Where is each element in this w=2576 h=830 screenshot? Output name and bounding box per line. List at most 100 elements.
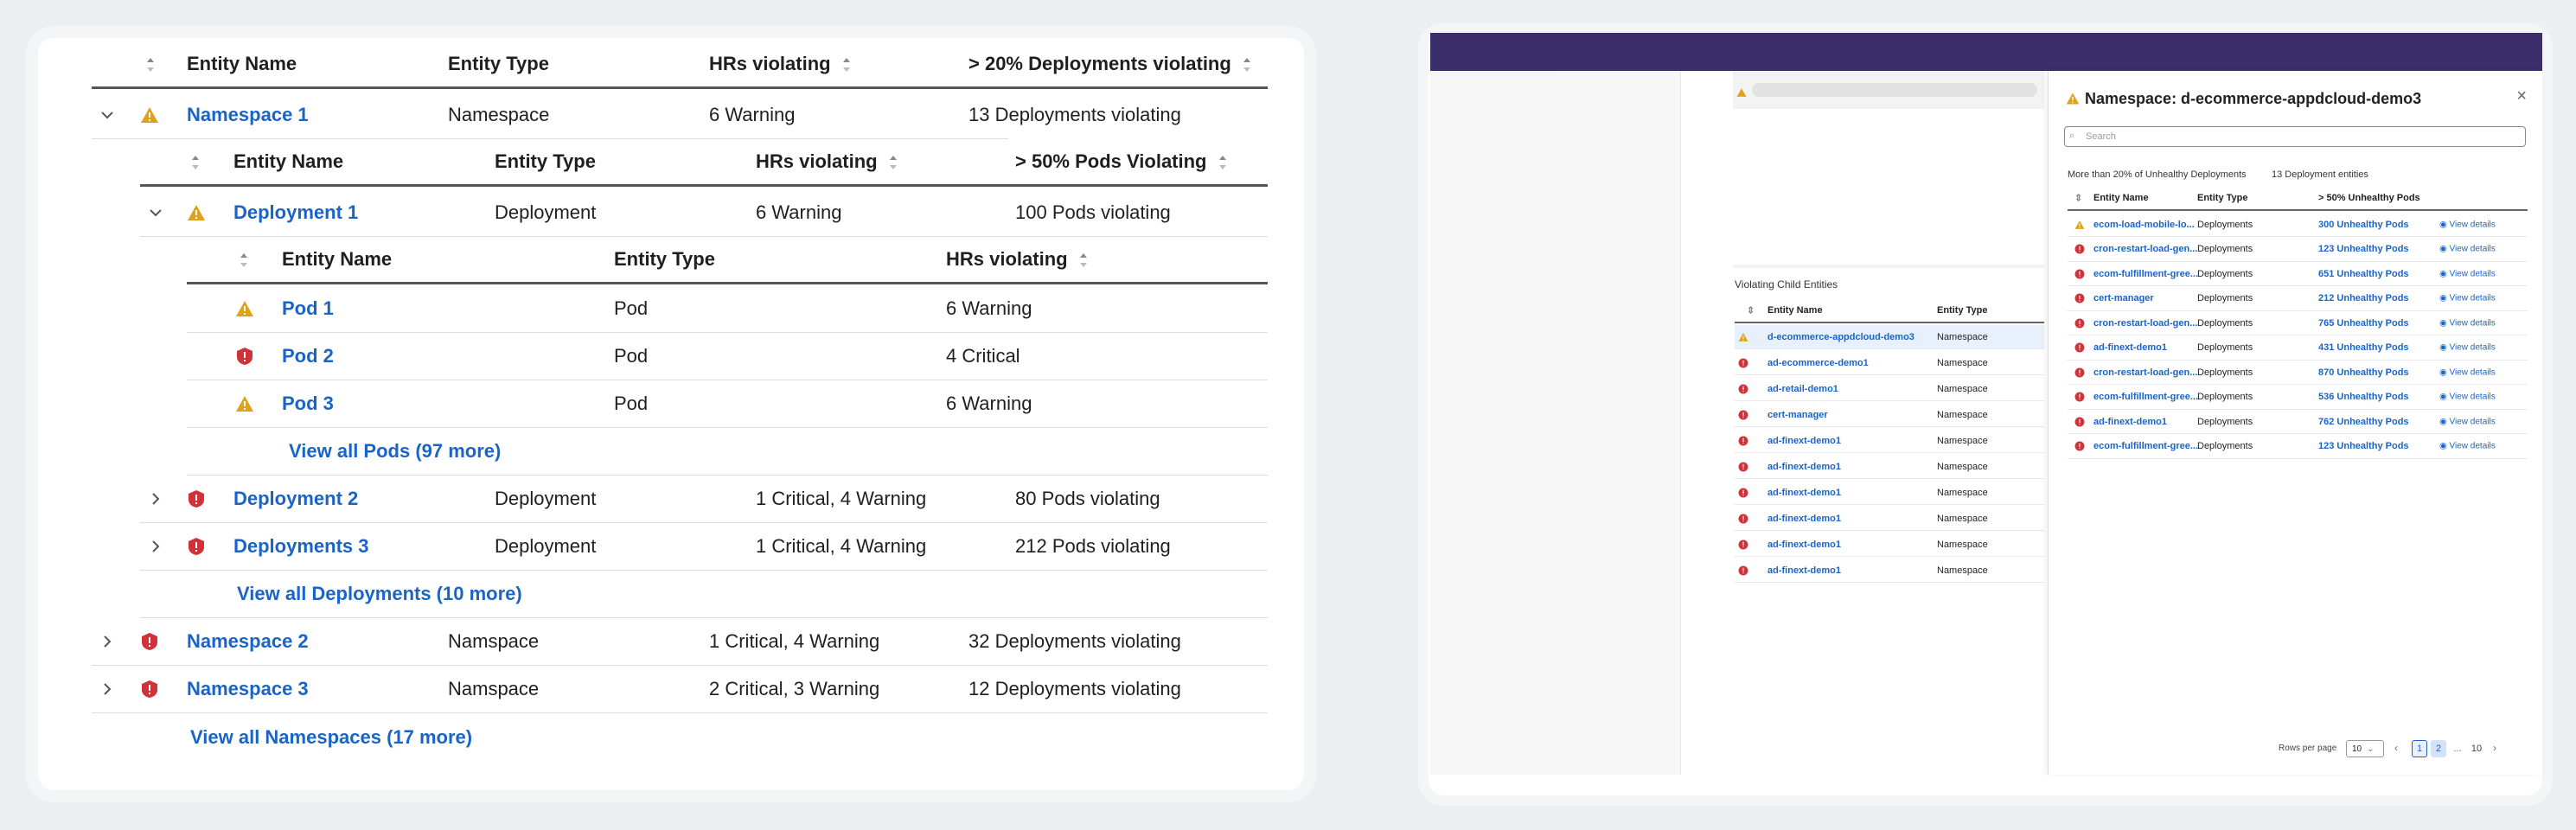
unhealthy-pods-link[interactable]: 536 Unhealthy Pods xyxy=(2318,392,2409,402)
view-details-link[interactable]: ◉ View details xyxy=(2439,318,2496,328)
table-row-namespace-2[interactable]: Namespace 2 Namspace 1 Critical, 4 Warni… xyxy=(92,618,1268,666)
entity-link-deployment-2[interactable]: Deployment 2 xyxy=(233,488,358,510)
header-hrs-violating[interactable]: HRs violating xyxy=(946,248,1089,271)
table-row[interactable]: ad-retail-demo1 Namespace xyxy=(1735,377,2044,401)
entity-link-pod[interactable]: Pod 3 xyxy=(282,393,334,415)
table-row[interactable]: ad-finext-demo1 Namespace xyxy=(1735,507,2044,531)
table-row[interactable]: ecom-fulfillment-gree... Deployments 536 U… xyxy=(2068,386,2528,410)
unhealthy-pods-link[interactable]: 765 Unhealthy Pods xyxy=(2318,318,2409,329)
entity-link[interactable]: ad-finext-demo1 xyxy=(2093,417,2167,427)
sort-icon[interactable] xyxy=(841,58,852,73)
table-row[interactable]: Pod 2 Pod 4 Critical xyxy=(187,333,1268,380)
entity-link[interactable]: cert-manager xyxy=(2093,293,2154,303)
table-row[interactable]: cron-restart-load-gen... Deployments 123 U… xyxy=(2068,238,2528,262)
entity-link[interactable]: ad-finext-demo1 xyxy=(1767,565,1841,576)
entity-link[interactable]: ad-finext-demo1 xyxy=(1767,436,1841,446)
entity-link[interactable]: d-ecommerce-appdcloud-demo3 xyxy=(1767,332,1914,342)
sort-icon[interactable] xyxy=(888,156,898,170)
table-row-deployment-1[interactable]: Deployment 1 Deployment 6 Warning 100 Po… xyxy=(140,188,1268,236)
view-details-link[interactable]: ◉ View details xyxy=(2439,220,2496,229)
table-row[interactable]: ecom-load-mobile-lo... Deployments 300 Unh… xyxy=(2068,213,2528,237)
prev-page-icon[interactable]: ‹ xyxy=(2394,742,2398,754)
entity-link[interactable]: ad-ecommerce-demo1 xyxy=(1767,358,1869,368)
entity-link[interactable]: ecom-fulfillment-gree... xyxy=(2093,441,2198,451)
table-row-namespace-3[interactable]: Namespace 3 Namspace 2 Critical, 3 Warni… xyxy=(92,666,1268,713)
entity-link-deployment-1[interactable]: Deployment 1 xyxy=(233,201,358,224)
view-details-link[interactable]: ◉ View details xyxy=(2439,294,2496,303)
sort-icon[interactable] xyxy=(145,53,156,75)
unhealthy-pods-link[interactable]: 212 Unhealthy Pods xyxy=(2318,293,2409,303)
header-pods-violating[interactable]: > 50% Pods Violating xyxy=(1015,150,1228,173)
chevron-right-icon[interactable] xyxy=(99,633,116,650)
header-hrs-violating[interactable]: HRs violating xyxy=(756,150,898,173)
table-row-deployment-3[interactable]: Deployments 3 Deployment 1 Critical, 4 W… xyxy=(140,523,1268,571)
entity-link[interactable]: ad-finext-demo1 xyxy=(1767,540,1841,550)
search-input[interactable]: Search xyxy=(2064,126,2526,147)
table-row[interactable]: ad-finext-demo1 Namespace xyxy=(1735,429,2044,453)
rows-per-page-select[interactable]: 10 ⌄ xyxy=(2346,740,2384,757)
chevron-right-icon[interactable] xyxy=(147,538,164,555)
table-row[interactable]: ad-finext-demo1 Namespace xyxy=(1735,533,2044,557)
entity-link[interactable]: ad-finext-demo1 xyxy=(1767,514,1841,524)
unhealthy-pods-link[interactable]: 870 Unhealthy Pods xyxy=(2318,367,2409,378)
sort-icon[interactable] xyxy=(190,150,201,173)
sort-icon[interactable] xyxy=(1078,253,1089,268)
table-row[interactable]: ecom-fulfillment-gree... Deployments 123 U… xyxy=(2068,435,2528,459)
table-row[interactable]: cron-restart-load-gen... Deployments 765 U… xyxy=(2068,311,2528,335)
view-details-link[interactable]: ◉ View details xyxy=(2439,367,2496,377)
entity-link[interactable]: ecom-fulfillment-gree... xyxy=(2093,269,2198,279)
chevron-down-icon[interactable] xyxy=(99,106,116,124)
table-row-deployment-2[interactable]: Deployment 2 Deployment 1 Critical, 4 Wa… xyxy=(140,476,1268,523)
table-row[interactable]: cron-restart-load-gen... Deployments 870 U… xyxy=(2068,361,2528,385)
table-row[interactable]: ad-finext-demo1 Namespace xyxy=(1735,455,2044,479)
entity-link[interactable]: ecom-load-mobile-lo... xyxy=(2093,220,2195,230)
table-row[interactable]: ad-finext-demo1 Namespace xyxy=(1735,559,2044,583)
entity-link-pod[interactable]: Pod 2 xyxy=(282,345,334,367)
table-row[interactable]: Pod 3 Pod 6 Warning xyxy=(187,380,1268,428)
table-row[interactable]: cert-manager Deployments 212 Unhealthy Pod… xyxy=(2068,287,2528,311)
view-details-link[interactable]: ◉ View details xyxy=(2439,417,2496,426)
view-all-pods-link[interactable]: View all Pods (97 more) xyxy=(289,440,501,463)
unhealthy-pods-link[interactable]: 651 Unhealthy Pods xyxy=(2318,269,2409,279)
table-row[interactable]: ad-finext-demo1 Deployments 762 Unhealthy … xyxy=(2068,410,2528,434)
chevron-down-icon[interactable] xyxy=(147,204,164,221)
view-details-link[interactable]: ◉ View details xyxy=(2439,393,2496,402)
view-all-deployments-link[interactable]: View all Deployments (10 more) xyxy=(237,583,522,605)
entity-link[interactable]: ad-finext-demo1 xyxy=(1767,488,1841,498)
table-row[interactable]: ad-finext-demo1 Deployments 431 Unhealthy … xyxy=(2068,336,2528,361)
header-hrs-violating[interactable]: HRs violating xyxy=(709,53,852,75)
entity-link-namespace-2[interactable]: Namespace 2 xyxy=(187,630,309,653)
sort-icon[interactable] xyxy=(1218,156,1228,170)
entity-link[interactable]: ad-retail-demo1 xyxy=(1767,384,1838,394)
entity-link[interactable]: cert-manager xyxy=(1767,410,1828,420)
entity-link[interactable]: ad-finext-demo1 xyxy=(2093,342,2167,353)
chevron-right-icon[interactable] xyxy=(99,680,116,698)
sort-icon[interactable] xyxy=(239,248,249,271)
entity-link-namespace-3[interactable]: Namespace 3 xyxy=(187,678,309,700)
unhealthy-pods-link[interactable]: 762 Unhealthy Pods xyxy=(2318,417,2409,427)
entity-link[interactable]: ecom-fulfillment-gree... xyxy=(2093,392,2198,402)
sort-icon[interactable]: ⇕ xyxy=(1747,305,1755,316)
sort-icon[interactable] xyxy=(1242,58,1252,73)
table-row[interactable]: ecom-fulfillment-gree... Deployments 651 U… xyxy=(2068,262,2528,286)
unhealthy-pods-link[interactable]: 300 Unhealthy Pods xyxy=(2318,220,2409,230)
page-button[interactable]: 1 xyxy=(2412,740,2427,757)
view-details-link[interactable]: ◉ View details xyxy=(2439,245,2496,254)
table-row[interactable]: cert-manager Namespace xyxy=(1735,403,2044,427)
entity-link[interactable]: ad-finext-demo1 xyxy=(1767,462,1841,472)
table-row[interactable]: ad-finext-demo1 Namespace xyxy=(1735,481,2044,505)
next-page-icon[interactable]: › xyxy=(2493,742,2496,754)
sort-icon[interactable]: ⇕ xyxy=(2074,193,2082,204)
table-row[interactable]: d-ecommerce-appdcloud-demo3 Namespace xyxy=(1735,325,2044,349)
header-deployments-violating[interactable]: > 20% Deployments violating xyxy=(968,53,1252,75)
page-button[interactable]: 10 xyxy=(2469,740,2484,757)
table-row[interactable]: ad-ecommerce-demo1 Namespace xyxy=(1735,351,2044,375)
table-row[interactable]: Pod 1 Pod 6 Warning xyxy=(187,285,1268,333)
view-details-link[interactable]: ◉ View details xyxy=(2439,442,2496,451)
chevron-right-icon[interactable] xyxy=(147,490,164,508)
table-row-namespace-1[interactable]: Namespace 1 Namespace 6 Warning 13 Deplo… xyxy=(92,91,1268,138)
view-details-link[interactable]: ◉ View details xyxy=(2439,343,2496,353)
entity-link[interactable]: cron-restart-load-gen... xyxy=(2093,318,2197,329)
entity-link-pod[interactable]: Pod 1 xyxy=(282,297,334,320)
unhealthy-pods-link[interactable]: 431 Unhealthy Pods xyxy=(2318,342,2409,353)
